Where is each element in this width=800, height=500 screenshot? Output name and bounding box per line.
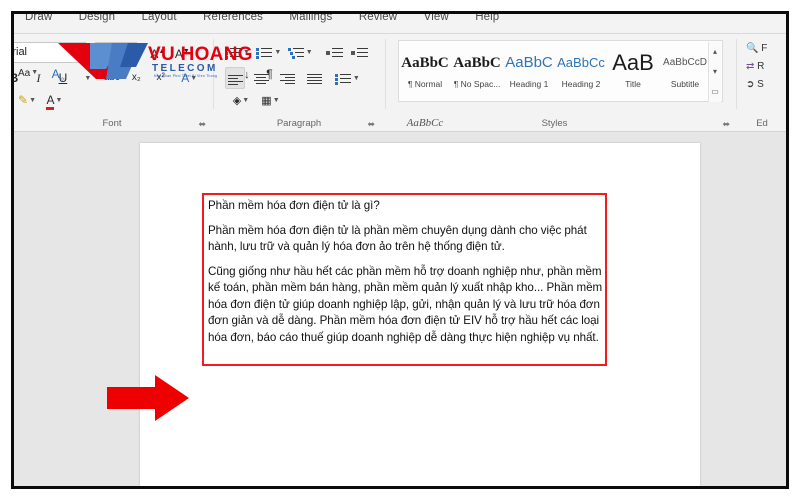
borders-icon[interactable]: ▦▼	[260, 89, 280, 111]
style-name: Heading 2	[561, 79, 601, 89]
style-heading-1[interactable]: AaBbC Heading 1	[503, 41, 555, 101]
style-normal[interactable]: AaBbC ¶ Normal	[399, 41, 451, 101]
chevron-down-icon: ▼	[124, 47, 133, 57]
tab-view[interactable]: View	[413, 14, 460, 23]
styles-more-icon[interactable]: ▭	[709, 82, 721, 102]
justify-icon[interactable]	[304, 67, 324, 89]
line-spacing-icon[interactable]: ▼	[334, 67, 360, 89]
style-name: ¶ Normal	[407, 79, 443, 89]
document-text[interactable]: Phần mềm hóa đơn điện tử là gì? Phần mềm…	[208, 198, 606, 354]
replace-icon: ⇄	[746, 61, 755, 72]
align-center-icon[interactable]	[251, 67, 271, 89]
text-highlight-icon[interactable]: ✎▼	[17, 89, 37, 111]
shading-icon[interactable]: ◈▼	[231, 89, 251, 111]
multilevel-list-icon[interactable]: ▼	[287, 41, 313, 63]
style-sample: AaBbC	[505, 54, 553, 71]
ribbon-tab-strip: Draw Design Layout References Mailings R…	[14, 14, 786, 34]
document-canvas[interactable]: Phần mềm hóa đơn điện tử là gì? Phần mềm…	[14, 132, 786, 486]
style-name: Subtitle	[670, 79, 700, 89]
find-button[interactable]: 🔍 F	[746, 43, 767, 54]
decrease-indent-icon[interactable]	[324, 41, 344, 63]
tab-review[interactable]: Review	[348, 14, 408, 23]
grow-font-icon[interactable]: A▲	[148, 41, 168, 63]
bold-button[interactable]: B	[14, 67, 24, 89]
style-subtitle[interactable]: AaBbCcD Subtitle	[659, 41, 711, 101]
style-sample: AaB	[612, 50, 654, 75]
paragraph-heading: Phần mềm hóa đơn điện tử là gì?	[208, 199, 380, 212]
screenshot-frame: Draw Design Layout References Mailings R…	[11, 11, 789, 489]
font-name-combo[interactable]: Arial ▼	[14, 41, 86, 63]
styles-gallery[interactable]: AaBbC ¶ Normal AaBbC ¶ No Spac... AaBbC …	[398, 40, 723, 129]
editing-group-label: Ed	[756, 118, 768, 129]
align-right-icon[interactable]	[278, 67, 298, 89]
group-divider	[736, 39, 737, 109]
select-button[interactable]: ➲ S	[746, 79, 764, 90]
chevron-down-icon: ▼	[73, 47, 81, 57]
paragraph-body-2: Cũng giống như hầu hết các phần mềm hỗ t…	[208, 264, 603, 344]
shrink-font-icon[interactable]: A▼	[172, 41, 192, 63]
superscript-icon[interactable]: x²	[151, 67, 171, 89]
style-heading-2[interactable]: AaBbCc Heading 2	[555, 41, 607, 101]
style-sample: AaBbCcD	[663, 57, 707, 68]
cursor-icon: ➲	[746, 79, 755, 90]
styles-group-label: Styles	[541, 118, 568, 129]
paragraph-group-label: Paragraph	[276, 118, 322, 129]
font-size-value: 14	[100, 45, 113, 58]
group-divider	[385, 39, 386, 109]
style-sample: AaBbC	[401, 55, 449, 71]
tab-layout[interactable]: Layout	[131, 14, 188, 23]
paragraph-body-1: Phần mềm hóa đơn điện tử là phần mềm chu…	[208, 223, 587, 254]
increase-indent-icon[interactable]	[350, 41, 370, 63]
font-group-label: Font	[102, 118, 122, 129]
ribbon-group-paragraph: ▼ ▼ ▼ AZ↓	[219, 35, 379, 131]
group-divider	[213, 39, 214, 109]
style-name: Heading 1	[509, 79, 549, 89]
numbering-icon[interactable]: ▼	[256, 41, 281, 63]
tab-references[interactable]: References	[192, 14, 274, 23]
underline-button[interactable]: U	[53, 67, 73, 89]
font-dialog-launcher-icon[interactable]: ⬌	[198, 120, 206, 129]
text-effects-icon[interactable]: A▼	[179, 67, 199, 89]
tab-help[interactable]: Help	[464, 14, 510, 23]
underline-dropdown-icon[interactable]: ▼	[77, 67, 97, 89]
font-color-icon[interactable]: A▼	[44, 89, 64, 111]
replace-button[interactable]: ⇄ R	[746, 61, 764, 72]
bullets-icon[interactable]: ▼	[225, 41, 250, 63]
search-icon: 🔍	[746, 43, 759, 54]
paragraph-dialog-launcher-icon[interactable]: ⬌	[367, 120, 375, 129]
style-sample: AaBbCc	[557, 55, 605, 70]
ribbon-group-font: Arial ▼ 14 ▼ A▲ A▼ Aa▼	[14, 35, 210, 131]
styles-dialog-launcher-icon[interactable]: ⬌	[722, 120, 730, 129]
style-title[interactable]: AaB Title	[607, 41, 659, 101]
italic-button[interactable]: I	[28, 67, 48, 89]
style-sample: AaBbC	[453, 55, 501, 71]
font-name-value: Arial	[14, 45, 28, 58]
word-window: Draw Design Layout References Mailings R…	[14, 14, 786, 486]
tab-design[interactable]: Design	[68, 14, 126, 23]
styles-scroll-up-icon[interactable]: ▴	[709, 42, 721, 62]
ribbon: Draw Design Layout References Mailings R…	[14, 14, 786, 132]
document-page[interactable]: Phần mềm hóa đơn điện tử là gì? Phần mềm…	[140, 143, 700, 486]
styles-scroll-down-icon[interactable]: ▾	[709, 62, 721, 82]
style-name: Title	[625, 79, 641, 89]
ribbon-group-styles: AaBbC ¶ Normal AaBbC ¶ No Spac... AaBbC …	[392, 35, 732, 131]
subscript-icon[interactable]: x₂	[126, 67, 146, 89]
style-name: ¶ No Spac...	[453, 79, 501, 89]
strikethrough-icon[interactable]: abc	[102, 67, 122, 89]
tab-mailings[interactable]: Mailings	[278, 14, 343, 23]
style-no-spacing[interactable]: AaBbC ¶ No Spac...	[451, 41, 503, 101]
align-left-icon[interactable]	[225, 67, 245, 89]
ribbon-group-editing: 🔍 F ⇄ R ➲ S Ed	[742, 35, 786, 131]
tab-draw[interactable]: Draw	[14, 14, 63, 23]
font-size-combo[interactable]: 14 ▼	[95, 41, 138, 63]
red-arrow-annotation	[107, 375, 189, 421]
styles-scrollbar[interactable]: ▴ ▾ ▭	[708, 42, 721, 102]
